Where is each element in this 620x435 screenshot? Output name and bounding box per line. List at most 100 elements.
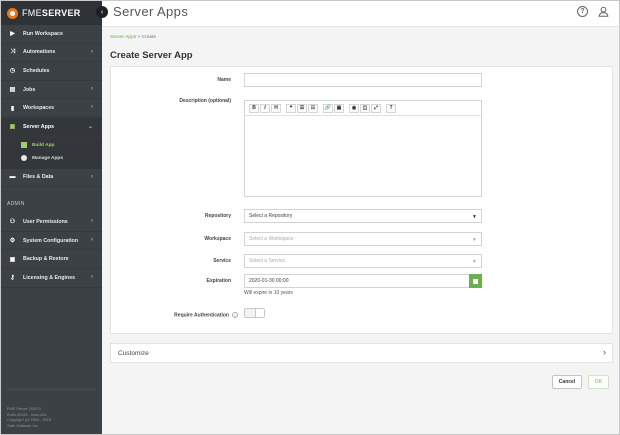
sidebar-item-label: Licensing & Engines	[23, 274, 76, 281]
name-label: Name	[217, 77, 231, 83]
markdown-help-button[interactable]: ?	[386, 103, 396, 113]
play-icon: ▶	[10, 31, 15, 38]
bullet-list-button[interactable]: ☰	[297, 103, 307, 113]
brand[interactable]: FMESERVER ‹	[1, 1, 108, 25]
chevron-right-icon: ›	[91, 236, 93, 243]
sidebar-item-label: Backup & Restore	[23, 256, 69, 263]
user-icon[interactable]	[598, 6, 609, 17]
file-icon: ▮	[10, 105, 15, 112]
version-info: FME Server 2020.0 Build 20194 - linux-x6…	[7, 406, 51, 428]
page-title: Server Apps	[113, 4, 189, 19]
chevron-right-icon: ›	[603, 347, 606, 357]
caret-down-icon: ▼	[472, 214, 477, 220]
image-button[interactable]: ▣	[334, 103, 344, 113]
link-button[interactable]: 🔗	[323, 103, 333, 113]
save-icon: ▣	[9, 256, 16, 263]
customize-label: Customize	[118, 350, 149, 357]
breadcrumb-current: Create	[141, 35, 157, 40]
company-line: Safe Software Inc.	[7, 422, 39, 428]
description-editor[interactable]: B I H ❝ ☰ ☷ 🔗 ▣ ◉ ◫ ⤢ ?	[244, 100, 482, 197]
info-icon[interactable]: i	[232, 312, 238, 318]
sidebar-item-user-permissions[interactable]: ⚇ User Permissions ›	[1, 213, 102, 232]
sidebar-item-automations[interactable]: ⤨ Automations ›	[1, 44, 102, 63]
calendar-icon	[473, 278, 478, 284]
preview-button[interactable]: ◉	[349, 103, 359, 113]
require-auth-toggle[interactable]	[244, 308, 265, 318]
top-header: Server Apps ?	[102, 1, 619, 27]
sidebar-item-run-workspace[interactable]: ▶ Run Workspace	[1, 25, 102, 44]
list-icon: ▤	[9, 87, 16, 94]
repository-selected-value: Select a Repository	[249, 213, 293, 219]
brand-suffix: SERVER	[41, 8, 81, 18]
sidebar-item-manage-apps[interactable]: Manage Apps	[1, 152, 102, 165]
side-by-side-button[interactable]: ◫	[360, 103, 370, 113]
fullscreen-button[interactable]: ⤢	[371, 103, 381, 113]
server-apps-submenu: Build App Manage Apps	[1, 136, 102, 169]
expiration-label: Expiration	[206, 278, 231, 284]
collapse-sidebar-button[interactable]: ‹	[96, 6, 108, 18]
require-auth-label: Require Authentication i	[111, 312, 238, 318]
sidebar-subitem-label: Manage Apps	[32, 155, 64, 161]
chevron-right-icon: ›	[91, 273, 93, 280]
admin-section-label: ADMIN	[7, 201, 25, 208]
expiration-hint: Will expire in 10 years	[244, 290, 293, 296]
key-icon: ⚷	[10, 275, 15, 282]
workspace-selected-value: Select a Workspace	[249, 236, 294, 242]
chevron-right-icon: ›	[91, 173, 93, 180]
sidebar-item-build-app[interactable]: Build App	[1, 139, 102, 152]
bold-button[interactable]: B	[249, 103, 259, 113]
sidebar-item-label: Jobs	[23, 86, 36, 93]
main-nav: ▶ Run Workspace ⤨ Automations › ◷ Schedu…	[1, 25, 102, 188]
sidebar-item-jobs[interactable]: ▤ Jobs ›	[1, 81, 102, 100]
numbered-list-button[interactable]: ☷	[308, 103, 318, 113]
sidebar-item-workspaces[interactable]: ▮ Workspaces ›	[1, 99, 102, 118]
caret-down-icon: ▼	[472, 237, 477, 243]
sidebar-item-backup-restore[interactable]: ▣ Backup & Restore	[1, 250, 102, 269]
sidebar-item-licensing-engines[interactable]: ⚷ Licensing & Engines ›	[1, 269, 102, 288]
repository-select[interactable]: Select a Repository ▼	[244, 209, 482, 223]
sidebar-item-label: Schedules	[23, 67, 50, 74]
breadcrumb-separator: >	[137, 35, 141, 40]
sidebar-item-system-configuration[interactable]: ⚙ System Configuration ›	[1, 232, 102, 251]
service-select[interactable]: Select a Service ▼	[244, 254, 482, 268]
sidebar-item-label: Automations	[23, 49, 56, 56]
italic-button[interactable]: I	[260, 103, 270, 113]
cancel-button[interactable]: Cancel	[552, 375, 582, 389]
breadcrumb-server-apps-link[interactable]: Server Apps	[110, 35, 136, 40]
ok-button[interactable]: OK	[588, 375, 609, 389]
help-icon[interactable]: ?	[577, 6, 588, 17]
quote-button[interactable]: ❝	[286, 103, 296, 113]
sidebar-subitem-label: Build App	[32, 142, 55, 148]
chevron-right-icon: ›	[91, 85, 93, 92]
fme-logo-icon	[7, 7, 18, 19]
sidebar-item-server-apps[interactable]: ▣ Server Apps ⌄	[1, 117, 102, 137]
shuffle-icon: ⤨	[10, 48, 15, 55]
sidebar-item-files-data[interactable]: ▬ Files & Data ›	[1, 169, 102, 188]
service-selected-value: Select a Service	[249, 258, 286, 264]
breadcrumb: Server Apps > Create	[110, 35, 156, 40]
name-input[interactable]	[244, 73, 482, 87]
chevron-down-icon: ⌄	[87, 123, 93, 130]
chevron-right-icon: ›	[91, 48, 93, 55]
heading-button[interactable]: H	[271, 103, 281, 113]
service-label: Service	[213, 258, 231, 264]
editor-toolbar: B I H ❝ ☰ ☷ 🔗 ▣ ◉ ◫ ⤢ ?	[245, 101, 481, 116]
form-title: Create Server App	[110, 50, 193, 61]
brand-prefix: FME	[22, 8, 42, 18]
expiration-input[interactable]: 2020-01-30 00:00	[244, 274, 470, 288]
description-label: Description (optional)	[179, 98, 231, 104]
app-icon: ▣	[9, 124, 16, 131]
sidebar-item-schedules[interactable]: ◷ Schedules	[1, 62, 102, 81]
sidebar-item-label: Server Apps	[23, 123, 55, 130]
require-auth-text: Require Authentication	[174, 312, 229, 319]
brand-name: FMESERVER	[22, 8, 81, 18]
folder-icon: ▬	[9, 174, 16, 181]
chevron-right-icon: ›	[91, 218, 93, 225]
workspace-select[interactable]: Select a Workspace ▼	[244, 232, 482, 246]
sidebar-item-label: User Permissions	[23, 218, 68, 225]
build-app-icon	[21, 142, 27, 149]
customize-section[interactable]: Customize ›	[110, 343, 613, 363]
calendar-button[interactable]	[469, 274, 482, 288]
copyright-line: Copyright (c) 1994 - 2019	[7, 417, 52, 422]
main-content: Server Apps > Create Create Server App N…	[102, 27, 619, 434]
